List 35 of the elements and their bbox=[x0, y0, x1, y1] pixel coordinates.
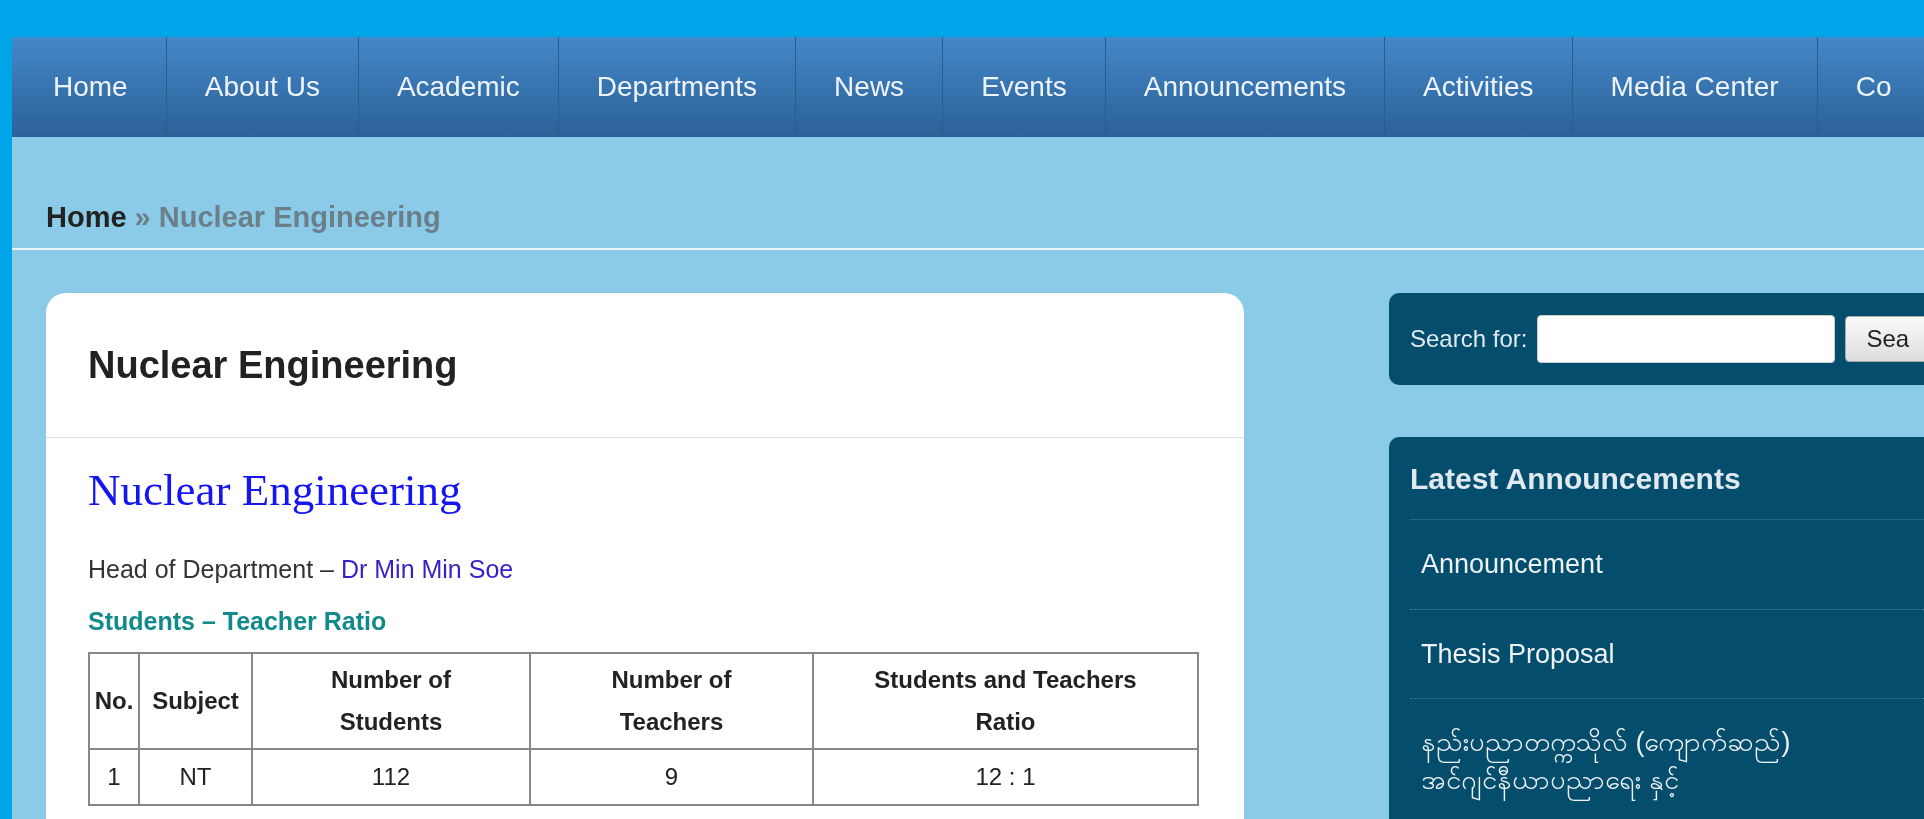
table-header: Number of Teachers bbox=[530, 653, 813, 749]
table-header: Number of Students bbox=[252, 653, 530, 749]
head-of-department: Head of Department – Dr Min Min Soe bbox=[88, 554, 515, 585]
table-cell: 9 bbox=[530, 749, 813, 805]
search-button[interactable]: Sea bbox=[1845, 316, 1924, 362]
table-title: Students – Teacher Ratio bbox=[88, 605, 388, 637]
nav-link[interactable]: Media Center bbox=[1572, 37, 1818, 137]
nav-link[interactable]: Announcements bbox=[1105, 37, 1386, 137]
breadcrumb-link[interactable]: Home bbox=[46, 195, 127, 240]
panel-title: Latest Announcements bbox=[1410, 437, 1924, 520]
table-header: Subject bbox=[139, 653, 252, 749]
page-heading: Nuclear Engineering bbox=[88, 468, 463, 513]
nav-link[interactable]: About Us bbox=[166, 37, 359, 137]
table-cell: 12 : 1 bbox=[813, 749, 1198, 805]
table-cell: 1 bbox=[89, 749, 139, 805]
announcement-link[interactable]: နည်းပညာတက္ကသိုလ် (ကျောက်ဆည်) အင်ဂျင်နီယာပညာရေး နှင့် bbox=[1410, 699, 1890, 799]
search-field[interactable] bbox=[1537, 315, 1836, 363]
nav-link[interactable]: Events bbox=[943, 37, 1106, 137]
nav-link[interactable]: News bbox=[796, 37, 944, 137]
breadcrumb-current: Nuclear Engineering bbox=[158, 199, 441, 235]
announcement-link[interactable]: Announcement bbox=[1410, 520, 1924, 610]
announcement-link[interactable]: Thesis Proposal bbox=[1410, 609, 1924, 699]
nav-link[interactable]: Co bbox=[1817, 37, 1924, 137]
nav-link[interactable]: Home bbox=[15, 37, 167, 137]
nav-link[interactable]: Departments bbox=[558, 37, 797, 137]
table-header: No. bbox=[89, 653, 139, 749]
table-header: Students and Teachers Ratio bbox=[813, 653, 1198, 749]
card-title: Nuclear Engineering bbox=[88, 342, 458, 388]
head-name-link[interactable]: Dr Min Min Soe bbox=[340, 555, 514, 583]
table-cell: NT bbox=[139, 749, 252, 805]
nav-link[interactable]: Academic bbox=[358, 37, 559, 137]
table-cell: 112 bbox=[252, 749, 530, 805]
nav-link[interactable]: Activities bbox=[1385, 37, 1573, 137]
breadcrumb-separator: » bbox=[134, 199, 151, 235]
search-label: Search for: bbox=[1410, 324, 1528, 354]
